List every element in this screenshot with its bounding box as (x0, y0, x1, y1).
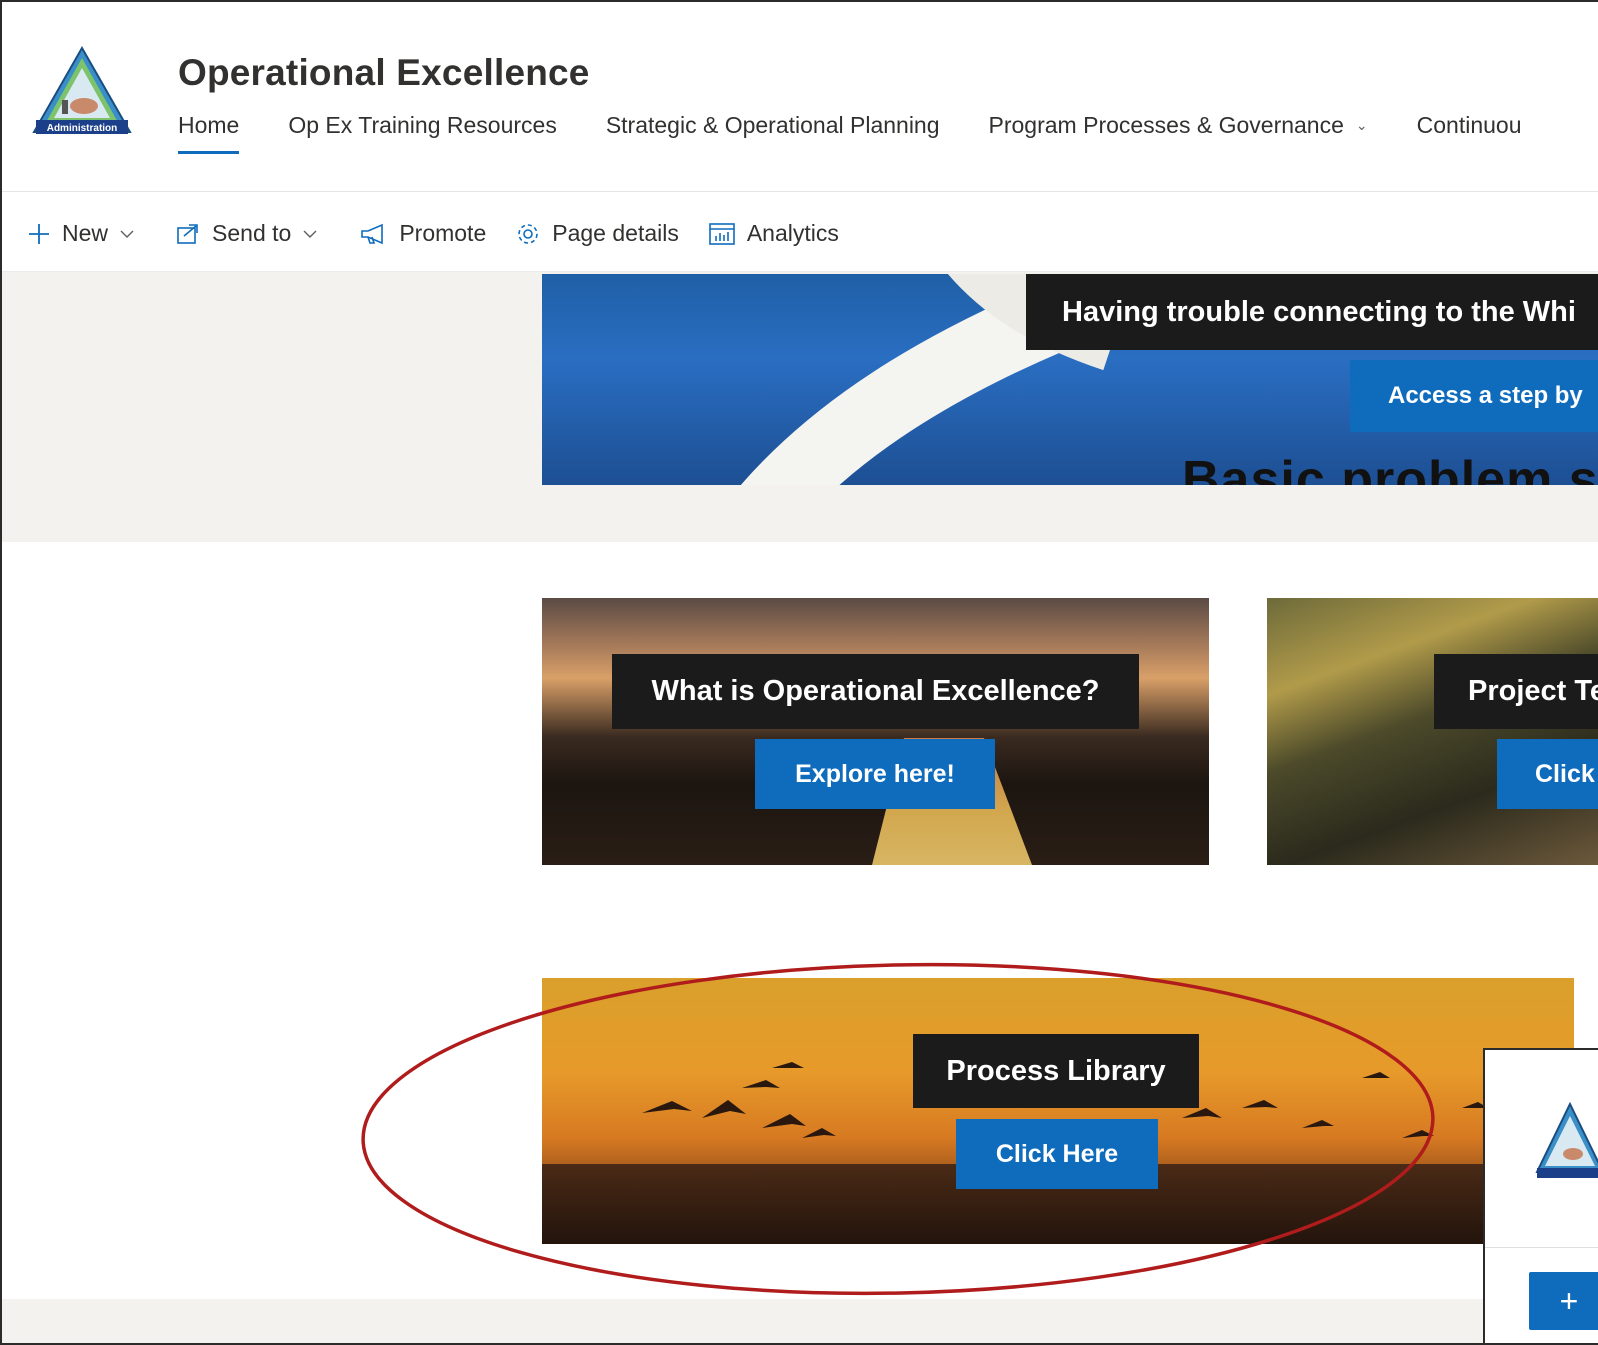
chevron-down-icon: ⌄ (1355, 117, 1368, 133)
add-button[interactable]: + (1529, 1272, 1598, 1330)
share-icon (177, 223, 198, 244)
chevron-down-icon (120, 230, 134, 238)
divider (1485, 1247, 1598, 1248)
nav-strategic-operational-planning[interactable]: Strategic & Operational Planning (606, 112, 940, 151)
nav-program-processes-governance[interactable]: Program Processes & Governance ⌄ (989, 112, 1368, 151)
megaphone-icon (361, 223, 384, 244)
site-logo[interactable]: Administration (32, 46, 132, 138)
new-button[interactable]: New (28, 220, 146, 247)
send-to-button[interactable]: Send to (176, 220, 329, 247)
analytics-icon (709, 222, 735, 245)
hero-button[interactable]: Access a step by (1350, 360, 1598, 432)
site-header: Administration Operational Excellence Ho… (2, 2, 1598, 192)
nav-label: Home (178, 112, 240, 138)
tile-image-forest (1267, 598, 1598, 865)
footer-band (2, 1299, 1598, 1343)
plus-icon (29, 223, 49, 244)
divider (1485, 1343, 1598, 1344)
page-details-button[interactable]: Page details (516, 220, 679, 247)
new-label: New (62, 220, 109, 246)
page-details-label: Page details (552, 220, 679, 246)
promote-label: Promote (399, 220, 487, 246)
command-bar: New Send to Promote Page details Analyti… (2, 196, 1598, 272)
tile-image-geese-sunset (542, 978, 1574, 1244)
tile-title: Process Library (913, 1034, 1199, 1108)
nav-label: Program Processes & Governance (988, 112, 1344, 138)
tile-title: What is Operational Excellence? (612, 654, 1139, 729)
send-to-label: Send to (212, 220, 292, 246)
nav-op-ex-training-resources[interactable]: Op Ex Training Resources (288, 112, 556, 151)
nav-label: Op Ex Training Resources (288, 112, 557, 138)
sharepoint-page: Administration Operational Excellence Ho… (0, 0, 1598, 1345)
logo-text: Administration (47, 123, 118, 134)
nav-label: Strategic & Operational Planning (605, 112, 940, 138)
tile-title: Project Te (1434, 654, 1598, 729)
nav-home[interactable]: Home (178, 112, 240, 154)
nav-label: Continuou (1416, 112, 1522, 138)
hero-subtitle: Basic problem s (1182, 451, 1598, 485)
top-navigation: Home Op Ex Training Resources Strategic … (178, 112, 1571, 160)
nav-continuous[interactable]: Continuou (1417, 112, 1522, 151)
inset-screenshot: + (1483, 1048, 1598, 1344)
chevron-down-icon (303, 230, 317, 238)
explore-here-button[interactable]: Explore here! (755, 739, 995, 809)
click-button[interactable]: Click (1497, 739, 1598, 809)
site-logo (1535, 1102, 1598, 1178)
click-here-button[interactable]: Click Here (956, 1119, 1158, 1189)
gear-icon (518, 223, 539, 244)
analytics-button[interactable]: Analytics (709, 220, 839, 247)
analytics-label: Analytics (746, 220, 839, 246)
hero-title: Having trouble connecting to the Whi (1026, 274, 1598, 350)
tile-image-sunset-river (542, 598, 1209, 865)
promote-button[interactable]: Promote (359, 220, 486, 247)
site-title[interactable]: Operational Excellence (178, 52, 590, 94)
